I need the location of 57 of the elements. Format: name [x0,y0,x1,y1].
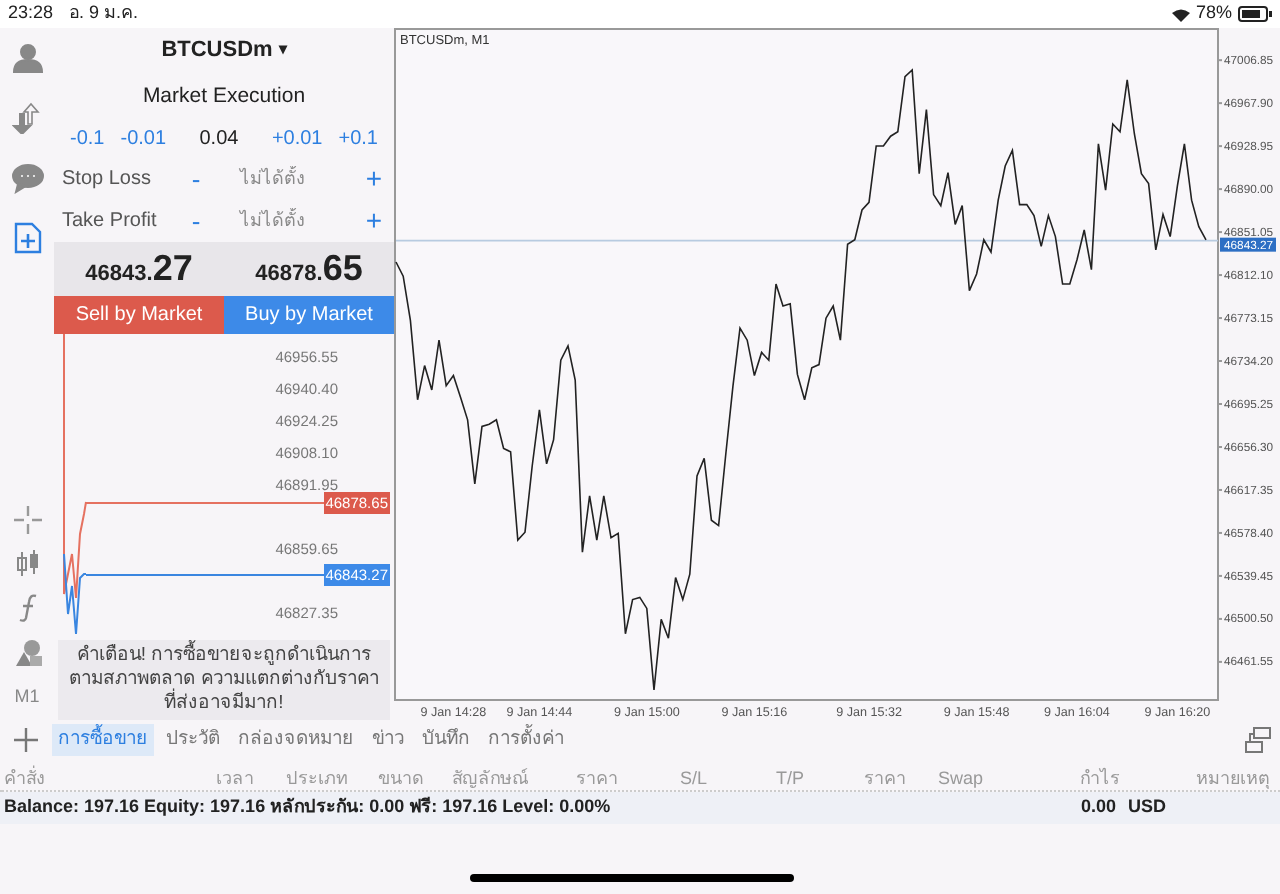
column-header: เวลา [216,766,254,792]
account-icon[interactable] [11,42,43,74]
column-header: หมายเหตุ [1196,766,1270,793]
bid-price: 46843.27 [83,245,195,292]
tab[interactable]: ประวัติ [160,723,226,757]
decrease-button[interactable]: - [182,159,210,199]
column-header: คำสั่ง [4,766,44,792]
candlestick-icon[interactable] [11,548,43,580]
battery-percent: 78% [1195,0,1232,27]
layout-icon[interactable] [1244,726,1272,754]
volume-step-button[interactable]: +0.1 [330,123,386,154]
new-document-icon[interactable] [11,222,43,254]
volume-step-button[interactable]: -0.1 [62,123,113,154]
symbol-name: BTCUSDm [161,36,273,67]
chat-icon[interactable] [11,162,43,194]
y-axis-tick [1217,231,1223,234]
tab[interactable]: การตั้งค่า [482,723,570,757]
ask-price: 46878.65 [253,245,365,292]
currency: USD [1128,794,1169,821]
tab[interactable]: กล่องจดหมาย [232,723,360,757]
field-label: Stop Loss [62,165,153,194]
column-header: T/P [776,766,805,792]
crosshair-icon[interactable] [11,504,43,536]
total-profit: 0.00 [1080,794,1116,821]
decrease-button[interactable]: - [182,201,210,241]
column-header: S/L [680,766,708,792]
volume-step-button[interactable]: -0.01 [112,123,175,154]
column-header: ขนาด [378,766,424,792]
status-date: อ. 9 ม.ค. [69,0,139,27]
tab[interactable]: การซื้อขาย [52,723,154,757]
volume-step-button[interactable]: +0.01 [263,123,331,154]
account-summary: Balance: 197.16 Equity: 197.16 หลักประกัน: 0.00 ฟรี: 197.16 Level: 0.00% [4,794,611,821]
shapes-icon[interactable] [11,636,43,668]
tab[interactable]: บันทึก [416,723,476,757]
increase-button[interactable]: + [362,157,386,200]
warning-message: คำเตือน! การซื้อขายจะถูกดำเนินการตามสภาพตลาด ความแตกต่างกับราคาที่ส่งอาจมีมาก! [58,640,390,720]
transfer-icon[interactable] [11,102,43,134]
sell-button[interactable]: Sell by Market [54,295,224,335]
column-header: ราคา [864,766,906,792]
increase-button[interactable]: + [362,199,386,242]
symbol-selector[interactable]: BTCUSDm ▾ [161,34,287,68]
status-time: 23:28 [8,0,54,27]
column-header: กำไร [1080,766,1120,792]
column-header: สัญลักษณ์ [452,766,528,792]
caret-icon: ▾ [278,38,287,63]
execution-type: Market Execution [140,81,308,112]
battery-icon [1238,6,1272,22]
field-label: Take Profit [62,207,159,236]
volume-value: 0.04 [197,125,241,154]
column-header: Swap [938,766,984,792]
tab[interactable]: ข่าว [366,723,410,757]
column-header: ประเภท [286,766,348,792]
add-icon[interactable] [12,726,40,754]
timeframe-button[interactable]: M1 [14,680,40,716]
wifi-icon [1171,7,1190,21]
column-header: ราคา [576,766,618,792]
buy-button[interactable]: Buy by Market [224,295,394,335]
